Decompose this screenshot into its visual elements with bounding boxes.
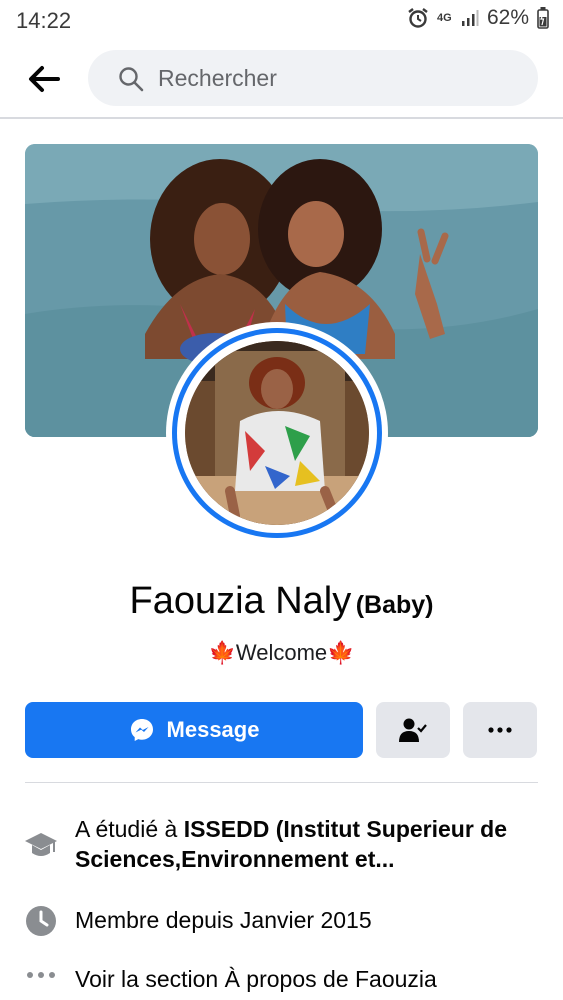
signal-icon bbox=[461, 10, 479, 26]
about-section-link[interactable]: Voir la section À propos de Faouzia bbox=[75, 964, 545, 994]
education-row[interactable]: A étudié à ISSEDD (Institut Superieur de… bbox=[0, 814, 563, 880]
network-type: 4G bbox=[436, 11, 452, 24]
message-label: Message bbox=[166, 717, 260, 742]
status-icons: 4G 62% bbox=[407, 6, 549, 30]
dots-icon bbox=[27, 972, 55, 978]
section-divider bbox=[25, 782, 538, 783]
search-icon bbox=[119, 67, 144, 92]
status-time: 14:22 bbox=[16, 8, 72, 33]
back-arrow-icon[interactable] bbox=[26, 62, 62, 96]
education-prefix: A étudié à bbox=[75, 816, 184, 842]
battery-percent: 62% bbox=[486, 6, 529, 29]
profile-name: Faouzia Naly bbox=[129, 580, 352, 622]
header-divider bbox=[0, 117, 563, 119]
member-since-row: Membre depuis Janvier 2015 bbox=[0, 902, 563, 942]
top-bar: Rechercher bbox=[0, 48, 563, 110]
profile-name-row: Faouzia Naly (Baby) bbox=[0, 580, 563, 623]
bio-text: Welcome bbox=[235, 640, 328, 665]
avatar-border bbox=[177, 333, 377, 533]
graduation-cap-icon bbox=[25, 833, 57, 856]
avatar-photo bbox=[185, 341, 369, 525]
more-button[interactable] bbox=[463, 702, 537, 758]
search-placeholder: Rechercher bbox=[158, 65, 277, 91]
profile-bio: 🍁Welcome🍁 bbox=[0, 640, 563, 666]
friends-button[interactable] bbox=[376, 702, 450, 758]
more-icon bbox=[488, 727, 512, 733]
friends-icon bbox=[399, 718, 427, 742]
profile-nickname: (Baby) bbox=[355, 591, 434, 619]
message-button[interactable]: Message bbox=[25, 702, 363, 758]
messenger-icon bbox=[130, 719, 153, 741]
search-input[interactable]: Rechercher bbox=[88, 50, 538, 106]
maple-leaf-icon: 🍁 bbox=[327, 640, 355, 665]
about-section-row[interactable]: Voir la section À propos de Faouzia bbox=[0, 962, 563, 1000]
alarm-icon bbox=[408, 8, 428, 28]
education-text: A étudié à ISSEDD (Institut Superieur de… bbox=[75, 814, 545, 874]
profile-avatar[interactable] bbox=[166, 322, 388, 544]
battery-icon bbox=[537, 7, 549, 29]
avatar-image bbox=[185, 341, 369, 525]
story-ring bbox=[172, 328, 382, 538]
clock-icon bbox=[26, 906, 56, 936]
status-bar: 14:22 4G 62% bbox=[0, 0, 563, 40]
member-since-text: Membre depuis Janvier 2015 bbox=[75, 907, 372, 933]
maple-leaf-icon: 🍁 bbox=[208, 640, 236, 665]
